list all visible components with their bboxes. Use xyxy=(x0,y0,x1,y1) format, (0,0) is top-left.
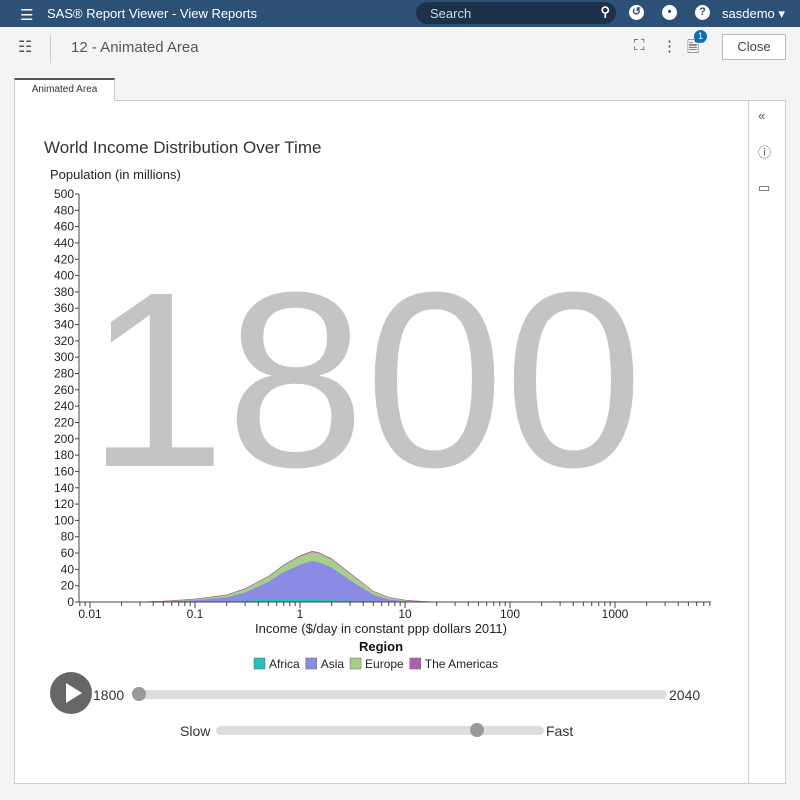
legend-swatch xyxy=(409,657,421,670)
y-tick-label: 60 xyxy=(61,546,75,560)
y-tick-label: 180 xyxy=(54,448,74,462)
legend-label[interactable]: Europe xyxy=(365,657,404,671)
y-tick-label: 220 xyxy=(54,415,74,429)
y-tick-label: 40 xyxy=(61,562,75,576)
area-chart: Population (in millions) 1800 0 20 40 60 80 1… xyxy=(50,167,711,671)
y-tick-label: 380 xyxy=(54,285,74,299)
legend-swatch xyxy=(305,657,317,670)
speed-fast-label: Fast xyxy=(546,723,574,739)
y-tick-label: 500 xyxy=(54,187,74,201)
legend-label[interactable]: Africa xyxy=(269,657,300,671)
y-tick-label: 420 xyxy=(54,252,74,266)
x-tick-label: 0.1 xyxy=(187,607,204,621)
x-tick-label: 1000 xyxy=(602,607,629,621)
y-tick-label: 260 xyxy=(54,383,74,397)
y-tick-label: 140 xyxy=(54,481,74,495)
y-tick-label: 440 xyxy=(54,236,74,250)
year-start-label: 1800 xyxy=(93,687,125,703)
y-tick-label: 160 xyxy=(54,464,74,478)
y-tick-label: 360 xyxy=(54,301,74,315)
y-axis-label: Population (in millions) xyxy=(50,167,181,182)
y-tick-label: 0 xyxy=(67,595,74,609)
year-slider-handle[interactable] xyxy=(132,687,146,701)
legend-swatch xyxy=(253,657,266,670)
year-end-label: 2040 xyxy=(669,687,701,703)
x-tick-label: 1 xyxy=(297,607,304,621)
y-tick-label: 460 xyxy=(54,220,74,234)
legend-label[interactable]: The Americas xyxy=(425,657,498,671)
y-tick-label: 240 xyxy=(54,399,74,413)
y-tick-label: 200 xyxy=(54,432,74,446)
year-watermark: 1800 xyxy=(87,240,643,519)
year-slider[interactable] xyxy=(133,690,667,699)
legend-swatch xyxy=(349,657,362,670)
x-tick-label: 0.01 xyxy=(78,607,102,621)
legend-label[interactable]: Asia xyxy=(321,657,345,671)
legend-title: Region xyxy=(359,639,403,654)
y-tick-label: 80 xyxy=(61,530,75,544)
y-tick-label: 340 xyxy=(54,318,74,332)
y-tick-label: 300 xyxy=(54,350,74,364)
speed-slow-label: Slow xyxy=(180,723,211,739)
y-tick-label: 400 xyxy=(54,269,74,283)
y-tick-label: 280 xyxy=(54,367,74,381)
x-axis-label: Income ($/day in constant ppp dollars 20… xyxy=(255,621,507,636)
y-tick-label: 100 xyxy=(54,513,74,527)
x-tick-label: 100 xyxy=(500,607,520,621)
y-tick-label: 480 xyxy=(54,203,74,217)
y-tick-label: 120 xyxy=(54,497,74,511)
speed-slider[interactable] xyxy=(216,726,544,735)
y-tick-label: 320 xyxy=(54,334,74,348)
y-tick-label: 20 xyxy=(61,579,75,593)
play-button[interactable] xyxy=(50,672,92,714)
x-tick-label: 10 xyxy=(398,607,412,621)
tab-animated-area[interactable]: Animated Area xyxy=(14,78,115,101)
